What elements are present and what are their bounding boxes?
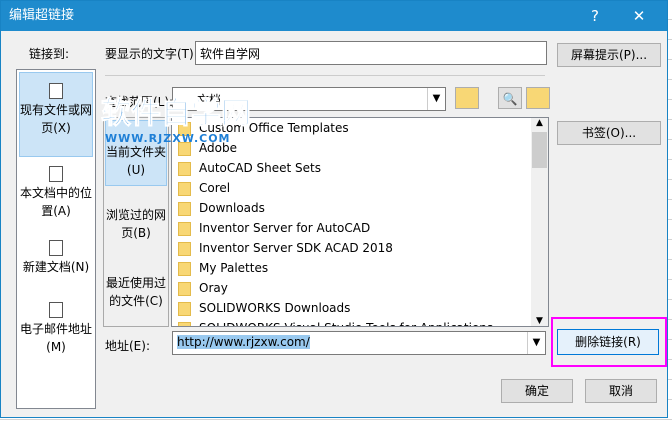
file-name: Oray: [199, 281, 228, 295]
scrollbar[interactable]: ▲ ▼: [531, 118, 548, 326]
file-list-item[interactable]: Downloads: [172, 198, 548, 218]
display-text-input[interactable]: 软件自学网: [195, 41, 547, 65]
label: 本文档中的位置(A): [19, 186, 92, 218]
cancel-button[interactable]: 取消: [585, 379, 657, 403]
file-list-item[interactable]: Inventor Server SDK ACAD 2018: [172, 238, 548, 258]
folder-icon: [178, 201, 191, 216]
link-new-document[interactable]: 新建文档(N): [19, 236, 93, 276]
link-type-panel: 现有文件或网页(X) 本文档中的位置(A) 新建文档(N) 电子邮件地址(M): [16, 69, 96, 409]
file-name: My Palettes: [199, 261, 269, 275]
file-name: Inventor Server SDK ACAD 2018: [199, 241, 393, 255]
browse-file-button[interactable]: [526, 87, 550, 109]
file-name: SOLIDWORKS Downloads: [199, 301, 351, 315]
title-bar: 编辑超链接 ? ✕: [1, 1, 667, 31]
file-name: Downloads: [199, 201, 265, 215]
link-to-label: 链接到:: [29, 47, 70, 61]
folder-icon: [178, 281, 191, 296]
label: 现有文件或网页(X): [20, 103, 93, 135]
edit-hyperlink-dialog: 编辑超链接 ? ✕ 链接到: 现有文件或网页(X) 本文档中的位置(A) 新建文…: [0, 0, 668, 418]
sub-panel: 当前文件夹(U) 浏览过的网页(B) 最近使用过的文件(C): [103, 117, 169, 327]
address-input[interactable]: http://www.rjzxw.com/ ▼: [172, 331, 546, 355]
file-list: Custom Office Templates Adobe AutoCAD Shee…: [171, 117, 549, 327]
file-web-icon: [49, 83, 63, 99]
scroll-down[interactable]: ▼: [531, 316, 548, 326]
screentip-button[interactable]: 屏幕提示(P)...: [557, 43, 661, 67]
bookmark-button[interactable]: 书签(O)...: [557, 121, 661, 145]
link-email-address[interactable]: 电子邮件地址(M): [19, 298, 93, 356]
folder-icon: [178, 301, 191, 316]
help-button[interactable]: ?: [575, 1, 615, 31]
scroll-thumb[interactable]: [532, 132, 547, 168]
folder-icon: [178, 241, 191, 256]
label: 电子邮件地址(M): [19, 322, 92, 354]
link-place-in-document[interactable]: 本文档中的位置(A): [19, 160, 93, 220]
browsed-pages[interactable]: 浏览过的网页(B): [105, 206, 167, 242]
label: 新建文档(N): [22, 260, 90, 274]
document-place-icon: [49, 166, 63, 182]
folder-icon: [178, 321, 191, 326]
folder-icon: [178, 181, 191, 196]
dialog-title: 编辑超链接: [9, 8, 75, 23]
divider: [105, 75, 545, 76]
watermark-url: WWW.RJZXW.COM: [105, 132, 231, 145]
address-value: http://www.rjzxw.com/: [177, 335, 310, 349]
scroll-up[interactable]: ▲: [531, 118, 548, 128]
file-name: Inventor Server for AutoCAD: [199, 221, 371, 235]
file-list-item[interactable]: Inventor Server for AutoCAD: [172, 218, 548, 238]
address-label: 地址(E):: [105, 339, 150, 353]
folder-icon: [178, 221, 191, 236]
file-list-item[interactable]: Corel: [172, 178, 548, 198]
file-list-item[interactable]: Oray: [172, 278, 548, 298]
link-existing-file[interactable]: 现有文件或网页(X): [19, 72, 93, 157]
ok-button[interactable]: 确定: [501, 379, 573, 403]
file-name: SOLIDWORKS Visual Studio Tools for Appli…: [199, 321, 493, 326]
recent-files[interactable]: 最近使用过的文件(C): [105, 274, 167, 310]
file-list-item[interactable]: My Palettes: [172, 258, 548, 278]
file-list-item[interactable]: SOLIDWORKS Visual Studio Tools for Appli…: [172, 318, 548, 326]
display-text-label: 要显示的文字(T):: [105, 47, 198, 61]
chevron-down-icon[interactable]: ▼: [427, 88, 445, 110]
file-name: Corel: [199, 181, 231, 195]
folder-icon: [178, 161, 191, 176]
file-list-item[interactable]: SOLIDWORKS Downloads: [172, 298, 548, 318]
file-list-item[interactable]: AutoCAD Sheet Sets: [172, 158, 548, 178]
close-button[interactable]: ✕: [619, 1, 659, 31]
folder-icon: [178, 261, 191, 276]
remove-link-button[interactable]: 删除链接(R): [557, 329, 659, 355]
browse-web-icon[interactable]: 🔍: [498, 87, 522, 109]
email-icon: [49, 302, 63, 318]
up-folder-button[interactable]: [455, 87, 479, 109]
new-document-icon: [49, 240, 63, 256]
file-name: AutoCAD Sheet Sets: [199, 161, 321, 175]
watermark-logo: 软件自学网: [101, 96, 252, 131]
chevron-down-icon[interactable]: ▼: [527, 332, 545, 354]
